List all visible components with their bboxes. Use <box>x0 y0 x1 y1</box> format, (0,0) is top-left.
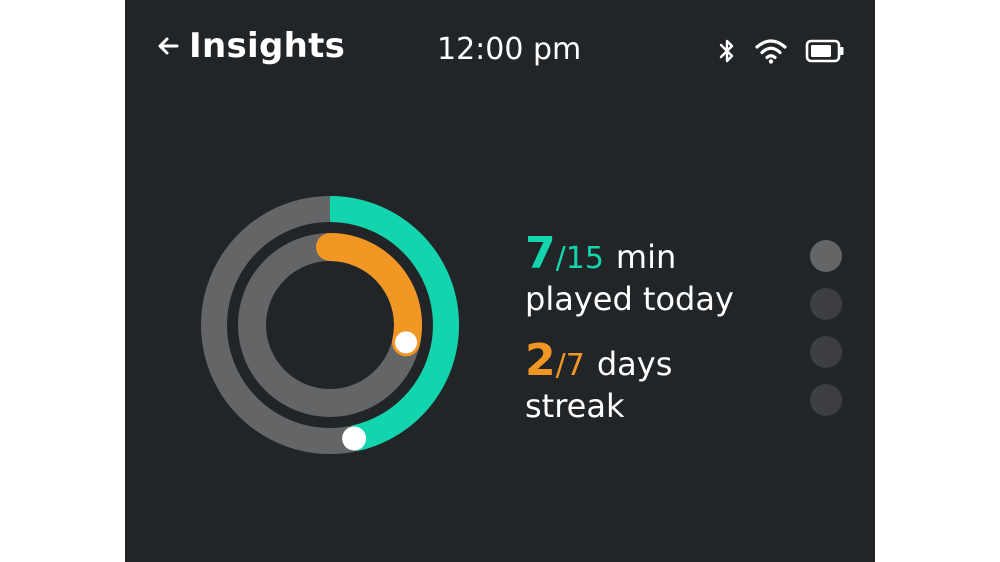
page-dot[interactable] <box>810 336 842 368</box>
back-button[interactable]: Insights <box>157 24 345 68</box>
status-bar-icons <box>719 38 845 64</box>
minutes-total: /15 <box>555 241 604 276</box>
stats-panel: 7 /15 min played today 2 /7 days streak <box>525 232 795 424</box>
status-time: 12:00 pm <box>437 32 582 67</box>
streak-label: streak <box>525 387 625 426</box>
page-dot[interactable] <box>810 288 842 320</box>
streak-progress-knob <box>395 331 418 354</box>
streak-unit: days <box>596 345 673 384</box>
back-arrow-icon[interactable] <box>157 35 179 57</box>
streak-stat: 2 /7 days streak <box>525 339 795 424</box>
minutes-value: 7 <box>525 228 556 279</box>
minutes-stat: 7 /15 min played today <box>525 232 795 317</box>
minutes-progress-knob <box>342 426 367 451</box>
streak-value: 2 <box>525 335 556 387</box>
wifi-icon <box>755 38 787 64</box>
bluetooth-icon <box>719 38 735 64</box>
progress-rings <box>201 196 459 454</box>
battery-icon <box>805 38 845 64</box>
page-title: Insights <box>189 26 346 66</box>
page-dot[interactable] <box>810 384 842 416</box>
streak-total: /7 <box>555 348 585 384</box>
page-indicator <box>809 240 843 432</box>
streak-progress-arc <box>316 233 422 357</box>
minutes-unit: min <box>615 238 677 276</box>
minutes-label: played today <box>525 280 734 318</box>
page-dot[interactable] <box>810 240 842 272</box>
insights-screen: Insights 12:00 pm 7 /15 min played today… <box>125 0 875 562</box>
